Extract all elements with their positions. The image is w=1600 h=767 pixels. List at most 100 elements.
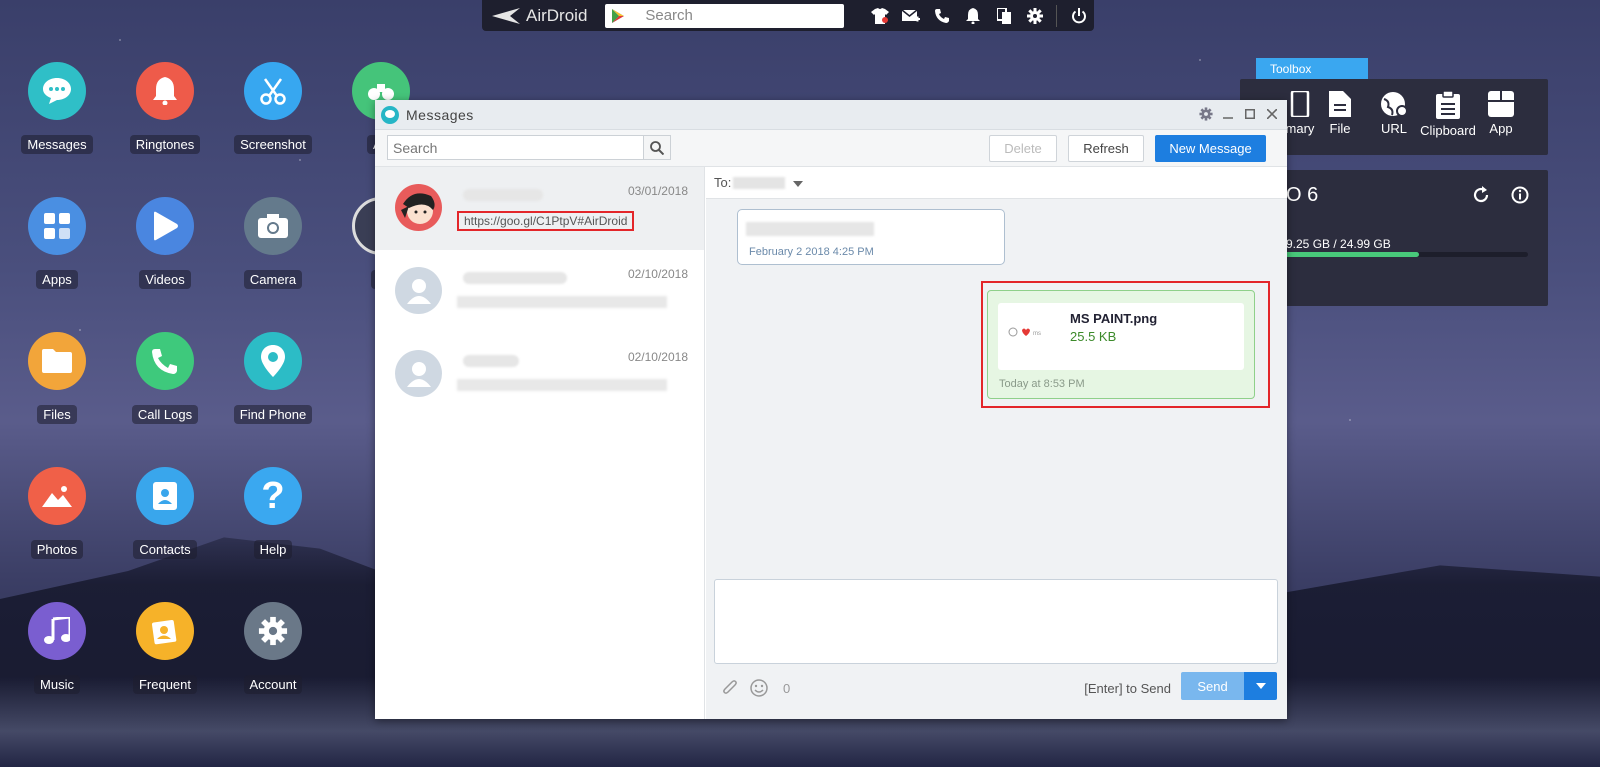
app-photos[interactable]: Photos	[17, 467, 97, 559]
conversation-date: 02/10/2018	[627, 267, 688, 281]
messages-app-icon	[381, 105, 399, 124]
compose-textarea[interactable]	[714, 579, 1278, 664]
top-search-input[interactable]: Search	[605, 3, 844, 28]
airdroid-logo-icon	[492, 7, 520, 24]
app-label: Videos	[139, 270, 191, 289]
power-icon[interactable]	[1063, 0, 1094, 31]
settings-icon[interactable]	[1199, 107, 1213, 121]
message-timestamp: February 2 2018 4:25 PM	[749, 246, 874, 258]
toolbox-url[interactable]: URL	[1364, 91, 1424, 136]
maximize-icon[interactable]	[1243, 107, 1257, 121]
app-videos[interactable]: Videos	[125, 197, 205, 289]
app-messages[interactable]: Messages	[17, 62, 97, 154]
app-label: Frequent	[132, 675, 198, 694]
messages-window: Messages Delete Refresh New Message 03/0…	[375, 100, 1287, 719]
outgoing-message[interactable]: ms MS PAINT.png 25.5 KB Today at 8:53 PM	[987, 290, 1255, 399]
refresh-button[interactable]: Refresh	[1068, 135, 1144, 162]
message-text-redacted	[746, 222, 874, 236]
window-titlebar[interactable]: Messages	[375, 100, 1287, 130]
app-apps[interactable]: Apps	[17, 197, 97, 289]
recipient-row[interactable]: To:	[706, 167, 1287, 199]
app-label: Files	[37, 405, 77, 424]
character-count: 0	[783, 681, 791, 696]
app-label: Apps	[36, 270, 78, 289]
send-options-button[interactable]	[1244, 672, 1277, 700]
toolbox-clipboard[interactable]: Clipboard	[1418, 91, 1478, 138]
top-separator	[1056, 4, 1057, 27]
app-find-phone[interactable]: Find Phone	[233, 332, 313, 424]
info-icon[interactable]	[1511, 186, 1529, 209]
location-pin-icon	[244, 332, 302, 390]
camera-icon	[244, 197, 302, 255]
compose-bar: 0 [Enter] to Send Send	[706, 670, 1287, 708]
svg-text:ms: ms	[1033, 331, 1041, 337]
highlight-box: ms MS PAINT.png 25.5 KB Today at 8:53 PM	[981, 281, 1270, 408]
help-icon: ?	[244, 467, 302, 525]
scissors-icon	[244, 62, 302, 120]
gear-icon	[244, 602, 302, 660]
close-icon[interactable]	[1265, 107, 1279, 121]
app-camera[interactable]: Camera	[233, 197, 313, 289]
incoming-message[interactable]: February 2 2018 4:25 PM	[737, 209, 1005, 265]
file-attachment[interactable]: ms MS PAINT.png 25.5 KB	[998, 303, 1244, 370]
app-label: Call Logs	[131, 405, 199, 424]
app-label: Camera	[243, 270, 303, 289]
bell-icon	[136, 62, 194, 120]
app-ringtones[interactable]: Ringtones	[125, 62, 205, 154]
folder-icon	[28, 332, 86, 390]
chevron-down-icon	[1255, 683, 1266, 689]
frequent-contacts-icon	[136, 602, 194, 660]
chevron-down-icon[interactable]	[793, 175, 804, 190]
app-contacts[interactable]: Contacts	[125, 467, 205, 559]
app-help[interactable]: ? Help	[233, 467, 313, 559]
message-search-input[interactable]	[388, 139, 643, 156]
minimize-icon[interactable]	[1221, 107, 1235, 121]
recipient-redacted	[733, 176, 786, 189]
app-account[interactable]: Account	[233, 602, 313, 694]
app-files[interactable]: Files	[17, 332, 97, 424]
toolbox-tab[interactable]: Toolbox	[1256, 58, 1368, 79]
gear-icon[interactable]	[1019, 0, 1050, 31]
emoji-icon[interactable]	[750, 679, 768, 702]
conversation-item[interactable]: 03/01/2018 https://goo.gl/C1PtpV#AirDroi…	[375, 167, 704, 250]
avatar	[395, 350, 442, 397]
conversation-item[interactable]: 02/10/2018	[375, 333, 704, 416]
grid-icon	[28, 197, 86, 255]
top-bar: AirDroid Search	[482, 0, 1094, 31]
conversation-preview-redacted	[457, 379, 667, 391]
refresh-icon[interactable]	[1472, 186, 1490, 209]
app-label: Account	[243, 675, 303, 694]
mail-icon[interactable]	[895, 0, 926, 31]
app-music[interactable]: Music	[17, 602, 97, 694]
app-screenshot[interactable]: Screenshot	[233, 62, 313, 154]
phone-icon[interactable]	[926, 0, 957, 31]
contacts-icon	[136, 467, 194, 525]
new-message-button[interactable]: New Message	[1155, 135, 1266, 162]
app-label: Messages	[21, 135, 93, 154]
contact-name-redacted	[463, 355, 519, 367]
app-label: Contacts	[133, 540, 197, 559]
app-frequent[interactable]: Frequent	[125, 602, 205, 694]
bell-icon[interactable]	[957, 0, 988, 31]
conversation-view: To: February 2 2018 4:25 PM ms MS PAINT.…	[706, 167, 1287, 719]
photo-icon	[28, 467, 86, 525]
search-icon[interactable]	[643, 136, 670, 159]
globe-icon	[1381, 92, 1408, 117]
clipboard-icon	[1436, 91, 1460, 119]
music-note-icon	[28, 602, 86, 660]
phone-summary-icon	[1290, 91, 1310, 117]
delete-button[interactable]: Delete	[989, 135, 1057, 162]
app-call-logs[interactable]: Call Logs	[125, 332, 205, 424]
copy-icon[interactable]	[988, 0, 1019, 31]
send-button[interactable]: Send	[1181, 672, 1244, 700]
message-search	[387, 135, 671, 160]
avatar	[395, 184, 442, 231]
airdroid-logo[interactable]: AirDroid	[482, 6, 605, 26]
storage-bar-fill	[1280, 252, 1419, 257]
phone-call-icon	[136, 332, 194, 390]
toolbox-file[interactable]: File	[1310, 91, 1370, 136]
tshirt-icon[interactable]	[864, 0, 895, 31]
attachment-icon[interactable]	[722, 680, 738, 703]
conversation-item[interactable]: 02/10/2018	[375, 250, 704, 333]
toolbox-app[interactable]: App	[1471, 91, 1531, 136]
